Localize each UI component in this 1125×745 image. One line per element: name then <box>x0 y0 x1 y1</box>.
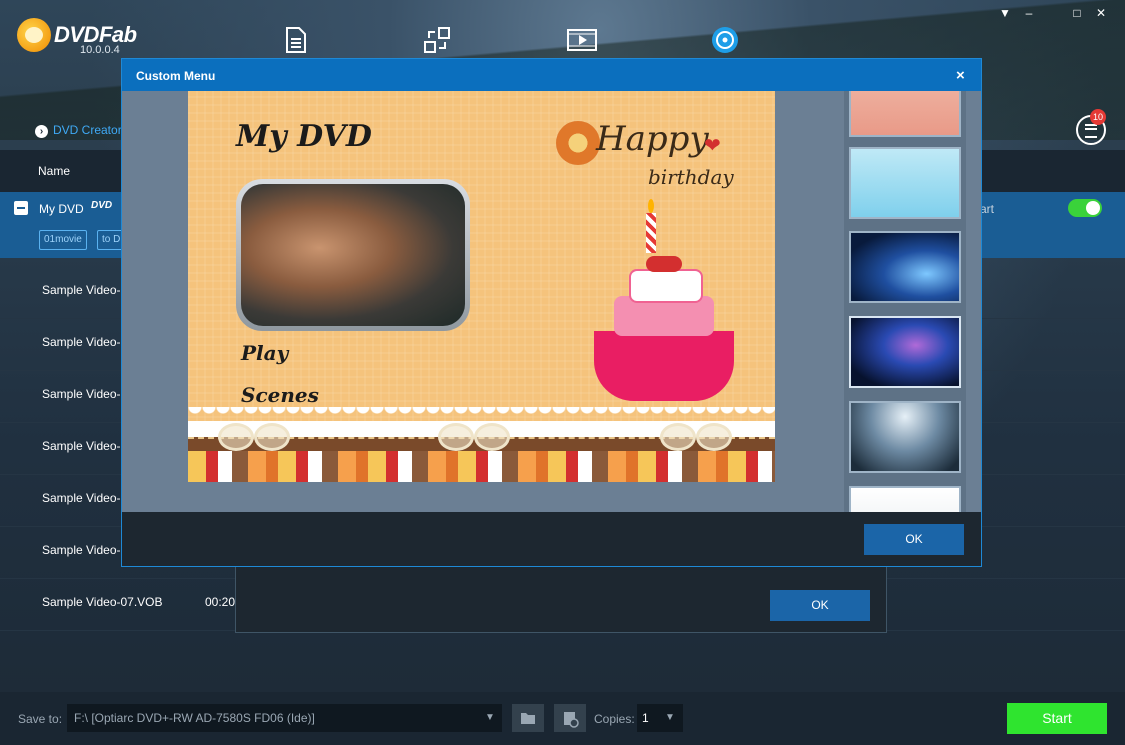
flower-decoration-icon <box>556 121 600 165</box>
list-item-label: Sample Video- <box>42 491 121 505</box>
menu-scenes-button[interactable]: Scenes <box>241 383 319 407</box>
save-to-select[interactable]: F:\ [Optiarc DVD+-RW AD-7580S FD06 (Ide)… <box>67 704 502 732</box>
dialog-footer <box>122 512 981 566</box>
background-ok-button[interactable]: OK <box>770 590 870 621</box>
list-item-label: Sample Video-07.VOB <box>42 595 163 609</box>
browse-folder-button[interactable] <box>512 704 544 732</box>
dialog-title-bar[interactable]: Custom Menu × <box>122 59 981 91</box>
list-item-label: Sample Video- <box>42 543 121 557</box>
save-iso-button[interactable] <box>554 704 586 732</box>
list-item-label: Sample Video- <box>42 439 121 453</box>
save-to-label: Save to: <box>18 712 63 726</box>
template-thumbnail[interactable] <box>849 231 961 303</box>
heart-icon: ❤ <box>704 135 721 157</box>
folder-icon <box>521 713 535 724</box>
template-thumbnail[interactable] <box>849 91 961 137</box>
custom-menu-dialog: Custom Menu × My DVD Play Scenes Happy ❤… <box>121 58 982 567</box>
ok-button[interactable]: OK <box>864 524 964 555</box>
close-button[interactable]: ✕ <box>1094 6 1108 20</box>
copies-select[interactable]: 1 <box>637 704 683 732</box>
dialog-title: Custom Menu <box>136 69 216 83</box>
template-thumbnail-list[interactable] <box>844 91 966 512</box>
copies-label: Copies: <box>594 712 635 726</box>
chevron-down-icon[interactable]: ▼ <box>665 712 675 723</box>
list-item-label: Sample Video- <box>42 283 121 297</box>
minimize-button[interactable]: ‒ <box>1022 6 1036 20</box>
disc-save-icon <box>564 712 579 728</box>
chevron-down-icon[interactable]: ▼ <box>485 712 495 723</box>
collapse-icon[interactable] <box>14 201 28 215</box>
happy-text: Happy <box>596 119 709 159</box>
bow-icon <box>660 421 732 451</box>
template-thumbnail-selected[interactable] <box>849 316 961 388</box>
copy-document-icon[interactable] <box>281 26 309 54</box>
template-thumbnail[interactable] <box>849 147 961 219</box>
title-label: My DVD <box>39 202 84 216</box>
thumbnail-scrollbar[interactable] <box>966 91 980 512</box>
maximize-button[interactable]: □ <box>1070 6 1084 20</box>
dvdfab-logo-icon <box>17 18 51 52</box>
menu-preview[interactable]: My DVD Play Scenes Happy ❤ birthday <box>188 91 775 482</box>
start-button[interactable]: Start <box>1007 703 1107 734</box>
template-thumbnail[interactable] <box>849 401 961 473</box>
tag-movie[interactable]: 01movie <box>39 230 87 250</box>
bow-icon <box>218 421 290 451</box>
list-icon <box>1085 124 1097 138</box>
birthday-cake-icon <box>584 251 744 401</box>
template-thumbnail[interactable] <box>849 486 961 512</box>
column-header-name[interactable]: Name <box>38 164 70 178</box>
striped-border <box>188 451 775 482</box>
preview-video-image <box>241 184 465 326</box>
dvd-logo-icon: DVD <box>91 200 113 211</box>
dialog-body: My DVD Play Scenes Happy ❤ birthday <box>122 91 981 512</box>
queue-count-badge: 10 <box>1090 109 1106 125</box>
duration-label: 00:20 <box>205 595 236 609</box>
candle-flame-icon <box>648 199 654 213</box>
candle-icon <box>646 213 656 253</box>
title-toggle[interactable] <box>1068 199 1102 217</box>
preview-thumbnail-frame[interactable] <box>236 179 470 331</box>
breadcrumb-label: DVD Creator <box>53 123 122 137</box>
breadcrumb[interactable]: › DVD Creator <box>35 123 122 138</box>
dvd-creator-disc-icon[interactable] <box>711 26 739 54</box>
convert-icon[interactable] <box>423 26 451 54</box>
list-item-label: Sample Video- <box>42 335 121 349</box>
birthday-text: birthday <box>648 165 734 189</box>
lace-edge <box>188 407 775 421</box>
video-icon[interactable] <box>567 26 597 54</box>
bow-icon <box>438 421 510 451</box>
app-version: 10.0.0.4 <box>80 44 120 56</box>
menu-play-button[interactable]: Play <box>241 341 288 365</box>
pin-button[interactable]: ▼ <box>998 6 1012 20</box>
arrow-right-icon: › <box>35 125 48 138</box>
menu-title-text[interactable]: My DVD <box>236 119 372 154</box>
list-item-label: Sample Video- <box>42 387 121 401</box>
dialog-close-button[interactable]: × <box>956 67 965 84</box>
art-label: art <box>980 202 995 216</box>
